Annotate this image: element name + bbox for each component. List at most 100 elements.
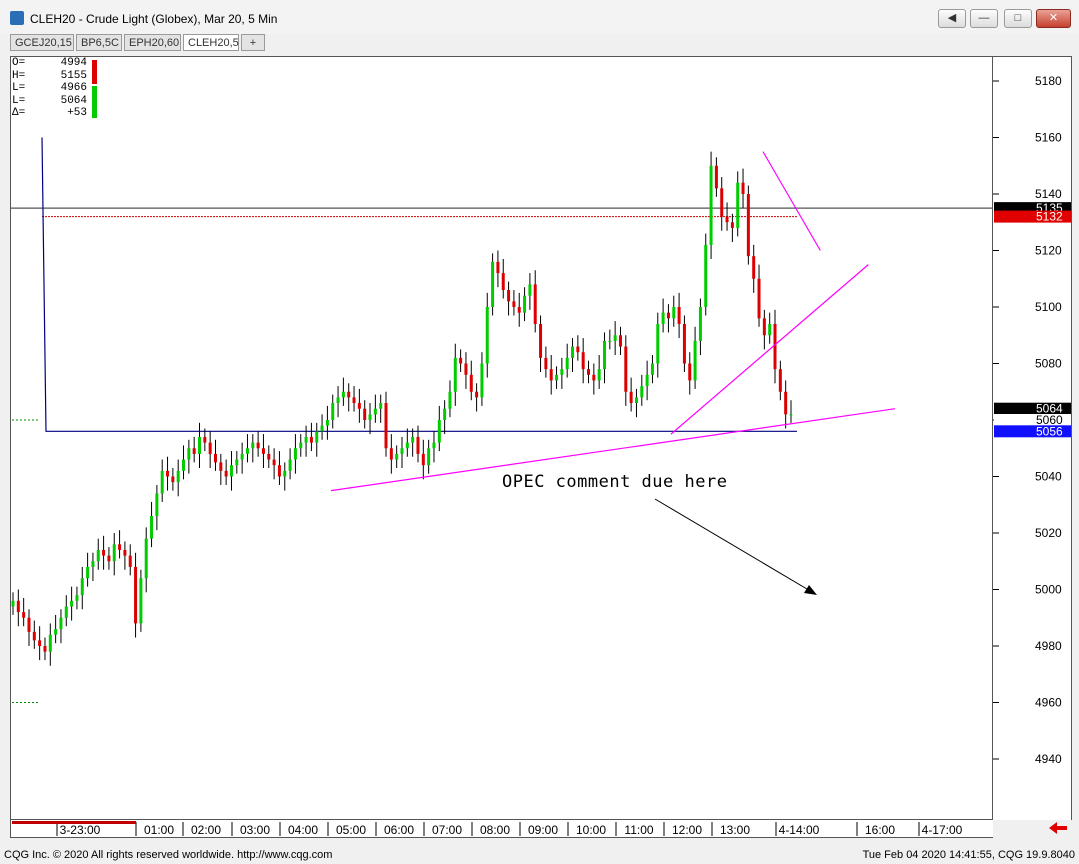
- session-bar: [12, 821, 136, 824]
- price-tick-label: 5020: [1035, 526, 1062, 540]
- candle-body: [645, 374, 649, 387]
- price-tick-label: 5180: [1035, 74, 1062, 88]
- ohlc-readout: O= 4994 H= 5155 L= 4966 L= 5064 Δ= +53: [12, 57, 87, 120]
- ohlc-high: H= 5155: [12, 69, 87, 82]
- time-tick-label: 11:00: [624, 823, 653, 837]
- candle-body: [16, 600, 20, 613]
- candle-body: [613, 335, 617, 341]
- candle-body: [304, 436, 308, 443]
- candle-body: [746, 194, 750, 257]
- candle-body: [251, 442, 255, 449]
- candle-body: [427, 448, 431, 466]
- candle-body: [752, 256, 756, 279]
- candle-body: [352, 397, 356, 404]
- candle-body: [240, 453, 244, 460]
- candle-body: [485, 307, 489, 364]
- candle-body: [32, 631, 36, 641]
- candle-body: [379, 403, 383, 409]
- candle-body: [139, 578, 143, 624]
- candle-body: [283, 470, 287, 477]
- time-tick-label: 10:00: [576, 823, 606, 837]
- candle-body: [459, 357, 463, 364]
- candle-body: [80, 578, 84, 596]
- candle-body: [411, 436, 415, 443]
- candle-body: [704, 244, 708, 307]
- ohlc-low: L= 4966: [12, 82, 87, 94]
- candle-body: [629, 391, 633, 404]
- candle-body: [123, 549, 127, 556]
- price-tick-label: 5040: [1035, 470, 1062, 484]
- candle-body: [528, 284, 532, 296]
- candle-body: [656, 323, 660, 364]
- candle-body: [576, 346, 580, 353]
- status-bar: CQG Inc. © 2020 All rights reserved worl…: [0, 846, 1079, 864]
- candle-body: [309, 436, 313, 443]
- time-tick-label: 12:00: [672, 823, 702, 837]
- price-tick-label: 5100: [1035, 300, 1062, 314]
- candle-body: [224, 470, 228, 477]
- time-tick-label: 08:00: [480, 823, 510, 837]
- candle-body: [640, 386, 644, 398]
- candle-body: [43, 646, 47, 652]
- candle-body: [325, 420, 329, 426]
- candle-body: [38, 640, 42, 646]
- candle-body: [389, 448, 393, 460]
- candle-body: [192, 448, 196, 454]
- time-tick-label: 03:00: [240, 823, 270, 837]
- candle-body: [213, 453, 217, 463]
- candle-body: [453, 357, 457, 392]
- time-tick-label: 04:00: [288, 823, 318, 837]
- candle-body: [363, 408, 367, 420]
- candle-body: [203, 436, 207, 443]
- candle-body: [597, 369, 601, 381]
- candle-body: [517, 307, 521, 313]
- candle-body: [368, 414, 372, 420]
- candle-body: [432, 442, 436, 449]
- candle-body: [395, 453, 399, 460]
- candle-body: [171, 476, 175, 483]
- candle-body: [91, 561, 95, 567]
- candle-body: [608, 340, 612, 342]
- candle-body: [421, 453, 425, 466]
- candle-body: [64, 606, 68, 618]
- ohlc-change: Δ= +53: [12, 107, 87, 119]
- candle-body: [560, 369, 564, 375]
- candle-body: [512, 301, 516, 307]
- candle-body: [768, 323, 772, 336]
- candle-body: [677, 307, 681, 324]
- time-tick-label: 02:00: [191, 823, 221, 837]
- candle-body: [757, 278, 761, 319]
- candle-body: [480, 363, 484, 398]
- candle-body: [741, 182, 745, 194]
- candle-body: [384, 403, 388, 449]
- candle-body: [341, 391, 345, 398]
- candle-body: [443, 408, 447, 420]
- price-tick-label: 4940: [1035, 752, 1062, 766]
- candle-body: [565, 357, 569, 370]
- ohlc-open: O= 4994: [12, 57, 87, 69]
- price-tick-label: 4980: [1035, 639, 1062, 653]
- candle-body: [176, 470, 180, 483]
- candle-body: [357, 403, 361, 409]
- time-tick-label: 06:00: [384, 823, 414, 837]
- candle-body: [128, 555, 132, 567]
- candle-body: [182, 459, 186, 471]
- candle-body: [416, 436, 420, 454]
- candle-body: [75, 595, 79, 601]
- candle-body: [507, 290, 511, 302]
- candle-body: [533, 284, 537, 324]
- candle-body: [267, 453, 271, 460]
- candle-body: [501, 273, 505, 291]
- time-tick-label: 05:00: [336, 823, 366, 837]
- time-tick-label: 3-23:00: [60, 823, 101, 837]
- candle-body: [736, 182, 740, 228]
- candle-body: [624, 346, 628, 392]
- time-tick-label: 09:00: [528, 823, 558, 837]
- time-tick-label: 07:00: [432, 823, 462, 837]
- candle-body: [405, 442, 409, 449]
- candle-body: [320, 425, 324, 432]
- price-tick-label: 4960: [1035, 696, 1062, 710]
- ohlc-last: L= 5064: [12, 94, 87, 107]
- candle-body: [187, 448, 191, 460]
- candle-body: [245, 448, 249, 454]
